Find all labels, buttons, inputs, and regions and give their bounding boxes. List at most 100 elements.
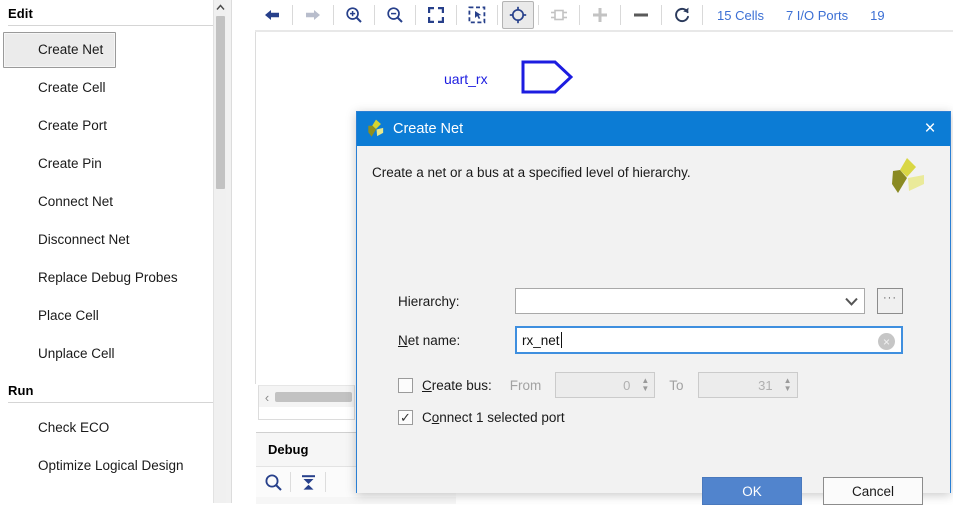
spinner-down-icon[interactable]: ▼ (641, 385, 649, 393)
io-port-symbol-icon[interactable] (521, 60, 574, 97)
create-bus-label-text: reate bus: (431, 377, 492, 393)
sidebar-item-optimize-logical-design[interactable]: Optimize Logical Design (0, 447, 226, 485)
sidebar-item-label: Replace Debug Probes (38, 270, 178, 285)
scroll-left-arrow-icon[interactable]: ‹ (259, 390, 275, 405)
forward-arrow-icon[interactable] (297, 1, 329, 29)
toolbar-separator (415, 5, 416, 25)
canvas-scrollbar-thumb[interactable] (275, 392, 352, 402)
sidebar-item-label: Connect Net (38, 194, 114, 209)
sidebar-item-label: Disconnect Net (38, 232, 130, 247)
sidebar-item-label: Create Port (38, 118, 108, 133)
toolbar-separator (497, 5, 498, 25)
sidebar-item-disconnect-net[interactable]: Disconnect Net (0, 221, 226, 259)
collapse-all-icon[interactable] (291, 467, 325, 497)
create-bus-row: Create bus: From 0 ▲ ▼ To 31 ▲ ▼ (398, 372, 798, 398)
zoom-area-icon[interactable] (461, 1, 493, 29)
spinner-down-icon[interactable]: ▼ (784, 385, 792, 393)
sidebar-scrollbar-thumb[interactable] (216, 16, 225, 189)
toolbar-separator (661, 5, 662, 25)
bus-from-spinner[interactable]: 0 ▲ ▼ (555, 372, 656, 398)
plus-icon[interactable] (584, 1, 616, 29)
sidebar-item-create-cell[interactable]: Create Cell (0, 69, 226, 107)
sidebar-item-unplace-cell[interactable]: Unplace Cell (0, 335, 226, 373)
eco-navigator-sidebar: Edit Create Net Create Cell Create Port … (0, 0, 226, 503)
sidebar-group-title-run: Run (8, 383, 34, 398)
create-bus-label-mnemonic: C (422, 377, 432, 393)
net-label-uart-rx[interactable]: uart_rx (444, 71, 488, 87)
bus-to-spinner[interactable]: 31 ▲ ▼ (697, 372, 798, 398)
connect-port-checkbox[interactable]: ✓ (398, 410, 413, 425)
zoom-out-icon[interactable] (379, 1, 411, 29)
chip-icon[interactable] (543, 1, 575, 29)
bus-to-spinner-arrows[interactable]: ▲ ▼ (779, 373, 797, 397)
net-name-label: Net name: (398, 333, 460, 348)
toolbar-separator (702, 5, 703, 25)
back-arrow-icon[interactable] (256, 1, 288, 29)
toolbar-separator (620, 5, 621, 25)
bus-from-value: 0 (623, 377, 631, 393)
cancel-button[interactable]: Cancel (823, 477, 923, 505)
sidebar-splitter[interactable] (226, 0, 232, 503)
sidebar-item-label: Unplace Cell (38, 346, 115, 361)
stat-io-ports[interactable]: 7 I/O Ports (786, 8, 848, 23)
sidebar-item-create-pin[interactable]: Create Pin (0, 145, 226, 183)
net-name-label-text: et name: (407, 333, 461, 348)
sidebar-item-create-port[interactable]: Create Port (0, 107, 226, 145)
dialog-title-bar[interactable]: Create Net × (357, 112, 950, 146)
chevron-down-icon[interactable] (838, 297, 864, 306)
create-bus-checkbox[interactable] (398, 377, 413, 393)
toolbar-separator (292, 5, 293, 25)
sidebar-item-label: Place Cell (38, 308, 99, 323)
vivado-logo-icon (365, 118, 387, 140)
refresh-icon[interactable] (666, 1, 698, 29)
dialog-title: Create Net (393, 121, 464, 137)
clear-icon[interactable]: × (878, 333, 895, 350)
stat-cells[interactable]: 15 Cells (717, 8, 764, 23)
sidebar-item-label: Optimize Logical Design (38, 458, 184, 473)
sidebar-item-place-cell[interactable]: Place Cell (0, 297, 226, 335)
net-name-label-mnemonic: N (398, 333, 408, 348)
sidebar-item-label: Create Cell (38, 80, 106, 95)
sidebar-item-label: Create Net (38, 42, 104, 57)
ok-button[interactable]: OK (702, 477, 802, 505)
zoom-fit-icon[interactable] (420, 1, 452, 29)
net-name-input[interactable]: rx_net × (515, 326, 903, 354)
minus-icon[interactable] (625, 1, 657, 29)
application-window: Edit Create Net Create Cell Create Port … (0, 0, 953, 505)
toolbar-separator (456, 5, 457, 25)
dialog-body: Create a net or a bus at a specified lev… (357, 146, 950, 505)
toolbar-separator (374, 5, 375, 25)
sidebar-divider-run (8, 402, 218, 403)
toolbar-separator (538, 5, 539, 25)
crosshair-target-icon[interactable] (502, 1, 534, 29)
close-icon[interactable]: × (910, 112, 950, 146)
vivado-logo-large-icon (884, 156, 928, 200)
bus-from-spinner-arrows[interactable]: ▲ ▼ (636, 373, 654, 397)
debug-toolbar-separator (325, 472, 326, 492)
sidebar-item-replace-debug-probes[interactable]: Replace Debug Probes (0, 259, 226, 297)
zoom-in-icon[interactable] (338, 1, 370, 29)
connect-port-row: ✓ Connect 1 selected port (398, 410, 565, 425)
sidebar-item-label: Create Pin (38, 156, 102, 171)
create-net-dialog: Create Net × Create a net or a bus at a … (356, 111, 951, 505)
sidebar-item-connect-net[interactable]: Connect Net (0, 183, 226, 221)
sidebar-item-create-net[interactable]: Create Net (3, 32, 116, 68)
check-mark-icon: ✓ (400, 410, 411, 425)
stat-nets[interactable]: 19 (870, 8, 884, 23)
canvas-status-strip (258, 407, 355, 420)
sidebar-group-title-edit: Edit (8, 6, 33, 21)
text-caret (560, 332, 562, 348)
search-icon[interactable] (256, 467, 290, 497)
sidebar-item-check-eco[interactable]: Check ECO (0, 409, 226, 447)
canvas-horizontal-scrollbar[interactable]: ‹ (258, 385, 355, 409)
connect-port-label-prefix: C (422, 410, 432, 425)
sidebar-scrollbar[interactable] (213, 0, 227, 503)
net-name-value: rx_net (522, 332, 560, 348)
bus-to-label: To (669, 377, 684, 393)
sidebar-divider-edit (8, 25, 218, 26)
dialog-description: Create a net or a bus at a specified lev… (372, 165, 691, 180)
create-bus-label: Create bus: (422, 378, 492, 393)
hierarchy-combobox[interactable] (515, 288, 865, 314)
hierarchy-browse-button[interactable]: ··· (877, 288, 903, 314)
canvas-toolbar: 15 Cells 7 I/O Ports 19 (255, 0, 953, 30)
